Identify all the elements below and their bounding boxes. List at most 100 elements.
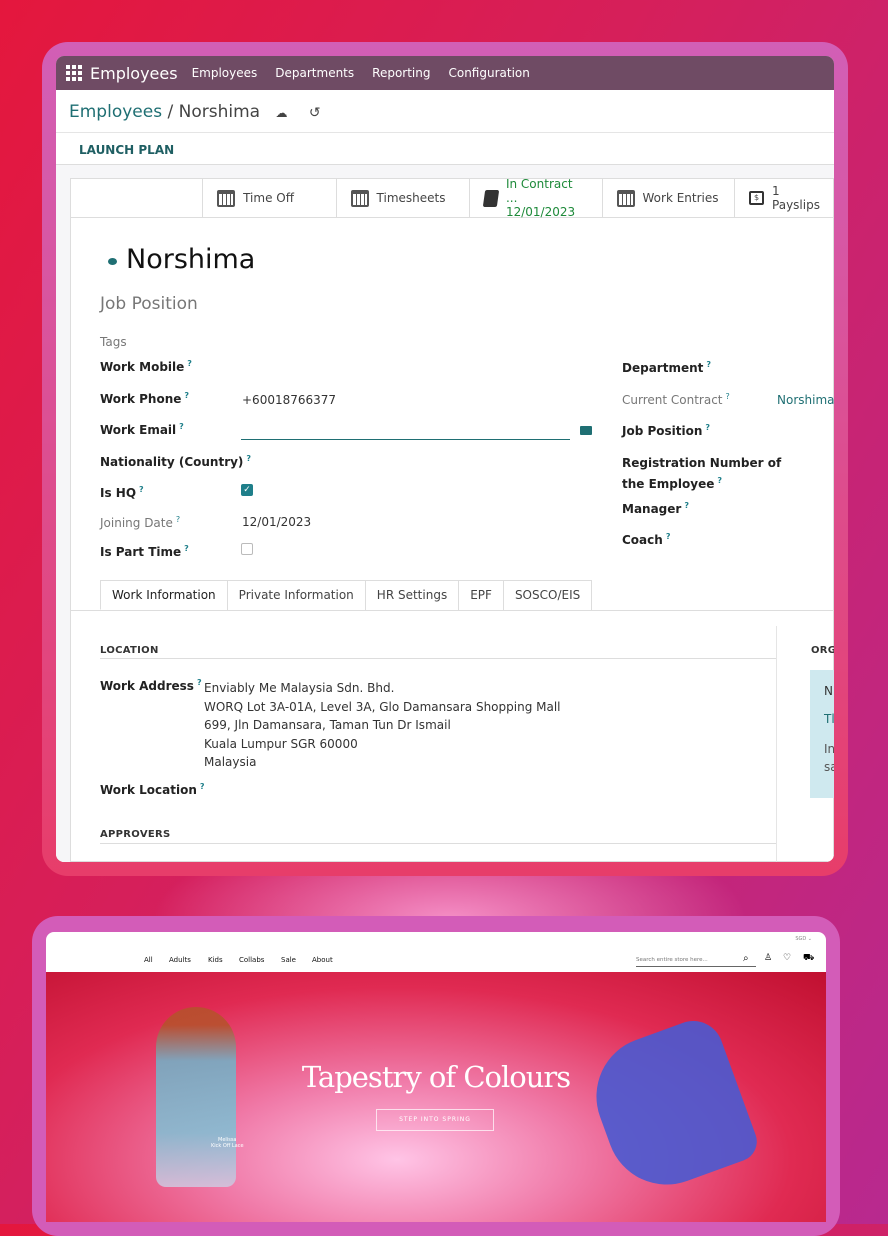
- approvers-heading: APPROVERS: [100, 829, 171, 840]
- work-entries-button[interactable]: Work Entries: [601, 178, 734, 218]
- hero-title: Tapestry of Colours: [301, 1060, 571, 1094]
- section-divider: [100, 658, 776, 659]
- department-label: Department?: [622, 360, 712, 375]
- org-chart-info-box: N Tl In sa: [810, 670, 834, 798]
- info-text: N: [824, 684, 833, 698]
- odoo-screen: Employees Employees Departments Reportin…: [56, 56, 834, 862]
- breadcrumb-separator: /: [162, 102, 179, 122]
- store-nav-kids[interactable]: Kids: [208, 956, 223, 964]
- hero-banner: Melissa Kick Off Lace: [46, 972, 826, 1222]
- top-navbar: Employees Employees Departments Reportin…: [56, 56, 834, 90]
- manager-label: Manager?: [622, 501, 689, 516]
- tab-sosco-eis[interactable]: SOSCO/EIS: [502, 580, 593, 610]
- address-line: WORQ Lot 3A-01A, Level 3A, Glo Damansara…: [204, 699, 561, 714]
- section-divider: [100, 843, 776, 844]
- tags-input[interactable]: Tags: [100, 335, 127, 349]
- work-location-label: Work Location?: [100, 782, 205, 797]
- time-off-button[interactable]: Time Off: [202, 178, 335, 218]
- payslips-count: 1: [772, 184, 780, 198]
- store-nav-all[interactable]: All: [144, 956, 153, 964]
- contract-date: 12/01/2023: [505, 205, 576, 219]
- tab-epf[interactable]: EPF: [458, 580, 504, 610]
- job-position-input[interactable]: Job Position: [100, 294, 198, 314]
- store-screen: SGD ⌄ All Adults Kids Collabs Sale About…: [46, 932, 826, 1222]
- tab-hr-settings[interactable]: HR Settings: [364, 580, 460, 610]
- work-phone-input[interactable]: +60018766377: [242, 393, 336, 407]
- work-address-value[interactable]: Enviably Me Malaysia Sdn. Bhd. WORQ Lot …: [204, 679, 561, 772]
- money-icon: $: [748, 191, 765, 205]
- work-phone-label: Work Phone?: [100, 391, 190, 406]
- location-heading: LOCATION: [100, 645, 159, 656]
- contract-button[interactable]: In Contract ... 12/01/2023: [469, 177, 601, 219]
- payslips-label: Payslips: [772, 198, 820, 212]
- cart-icon[interactable]: ⛟: [803, 953, 814, 964]
- is-part-time-label: Is Part Time?: [100, 544, 189, 559]
- cloud-save-icon[interactable]: ☁: [275, 106, 287, 120]
- timesheets-button[interactable]: Timesheets: [335, 178, 469, 218]
- work-address-label: Work Address?: [100, 678, 202, 693]
- is-part-time-checkbox[interactable]: [241, 543, 253, 555]
- info-text: sa: [824, 760, 834, 774]
- nationality-label: Nationality (Country)?: [100, 454, 252, 469]
- model-image: [156, 1007, 236, 1187]
- wishlist-heart-icon[interactable]: ♡: [783, 953, 791, 963]
- discard-icon[interactable]: ↺: [309, 105, 321, 121]
- menu-employees[interactable]: Employees: [192, 66, 258, 80]
- address-line: Malaysia: [204, 755, 257, 769]
- store-search-input[interactable]: Search entire store here...: [636, 954, 756, 967]
- store-nav-collabs[interactable]: Collabs: [239, 956, 264, 964]
- notebook-tabs: Work Information Private Information HR …: [100, 580, 593, 610]
- contract-label: In Contract ...: [505, 177, 573, 205]
- time-off-label: Time Off: [243, 191, 294, 205]
- apps-menu-icon[interactable]: [66, 65, 82, 81]
- store-nav-about[interactable]: About: [312, 956, 333, 964]
- breadcrumb-parent[interactable]: Employees: [69, 102, 162, 122]
- book-icon: [482, 189, 500, 207]
- address-line: 699, Jln Damansara, Taman Tun Dr Ismail: [204, 718, 451, 732]
- step-into-spring-button[interactable]: STEP INTO SPRING: [376, 1109, 494, 1131]
- launch-plan-button[interactable]: LAUNCH PLAN: [79, 143, 174, 157]
- info-text: In: [824, 742, 834, 756]
- menu-departments[interactable]: Departments: [275, 66, 354, 80]
- calendar-icon: [616, 189, 635, 207]
- coach-label: Coach?: [622, 532, 671, 547]
- employee-name[interactable]: Norshima: [126, 244, 255, 275]
- work-email-label: Work Email?: [100, 422, 184, 437]
- calendar-icon: [217, 189, 236, 207]
- tab-private-information[interactable]: Private Information: [226, 580, 366, 610]
- sandal-image: [579, 1012, 763, 1202]
- payslips-button[interactable]: $1 Payslips: [733, 178, 834, 218]
- tabs-divider: [70, 610, 834, 611]
- org-chart-heading: ORG: [811, 645, 834, 656]
- currency-selector[interactable]: SGD ⌄: [795, 936, 812, 942]
- is-hq-label: Is HQ?: [100, 485, 144, 500]
- store-nav-sale[interactable]: Sale: [281, 956, 296, 964]
- breadcrumb-current: Norshima: [178, 102, 261, 122]
- joining-date-label: Joining Date?: [100, 515, 181, 530]
- work-mobile-label: Work Mobile?: [100, 359, 192, 374]
- app-name[interactable]: Employees: [90, 64, 178, 83]
- current-contract-label: Current Contract?: [622, 392, 730, 407]
- info-text: Tl: [824, 712, 834, 726]
- registration-number-label: Registration Number of the Employee?: [622, 456, 782, 491]
- joining-date-value: 12/01/2023: [242, 515, 312, 529]
- account-icon[interactable]: ♙: [764, 953, 772, 963]
- breadcrumb: Employees / Norshima ☁ ↺: [69, 102, 321, 122]
- store-nav-adults[interactable]: Adults: [169, 956, 191, 964]
- is-hq-checkbox[interactable]: ✓: [241, 484, 253, 496]
- work-entries-label: Work Entries: [642, 191, 719, 205]
- address-line: Enviably Me Malaysia Sdn. Bhd.: [204, 681, 395, 695]
- menu-configuration[interactable]: Configuration: [448, 66, 529, 80]
- tab-work-information[interactable]: Work Information: [100, 580, 228, 610]
- job-position-label: Job Position?: [622, 423, 711, 438]
- timesheets-label: Timesheets: [376, 191, 446, 205]
- address-line: Kuala Lumpur SGR 60000: [204, 736, 358, 751]
- column-divider: [776, 626, 777, 862]
- chat-icon[interactable]: [108, 258, 117, 265]
- envelope-icon[interactable]: [580, 426, 592, 435]
- product-caption: Melissa Kick Off Lace: [211, 1137, 244, 1149]
- menu-reporting[interactable]: Reporting: [372, 66, 430, 80]
- work-email-input[interactable]: [241, 420, 570, 440]
- current-contract-link[interactable]: Norshima: [777, 393, 834, 407]
- search-icon[interactable]: ⌕: [743, 953, 749, 964]
